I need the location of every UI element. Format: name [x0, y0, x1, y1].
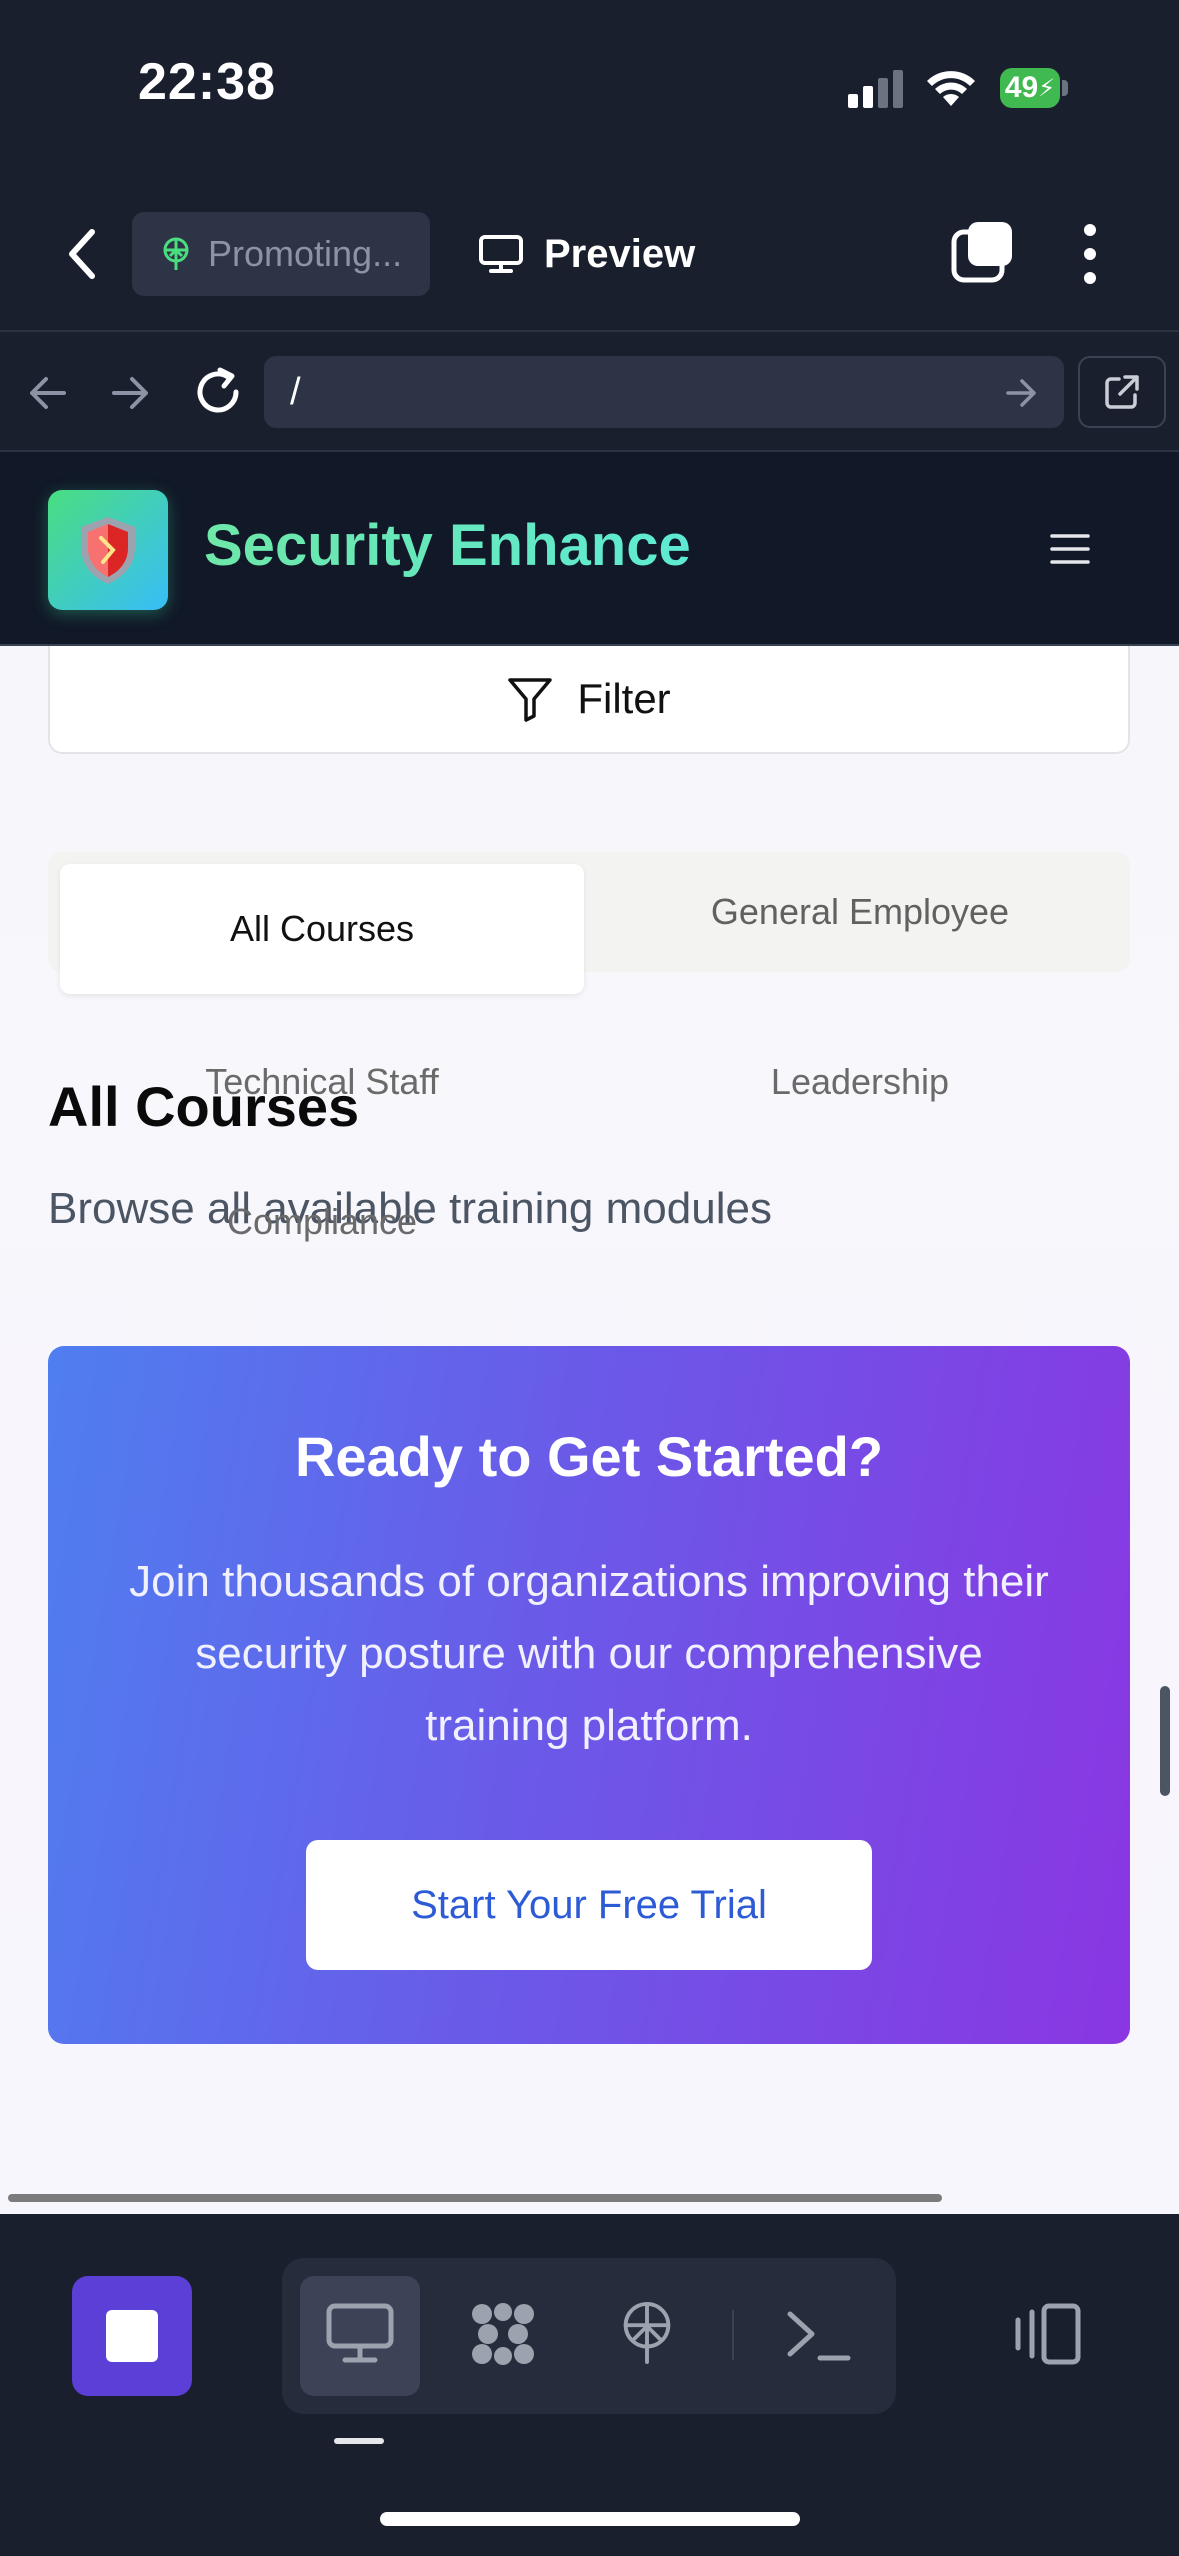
horizontal-scrollbar[interactable]: [8, 2194, 942, 2202]
site-logo[interactable]: [48, 490, 168, 610]
cellular-signal-icon: [848, 70, 903, 108]
nav-forward-icon[interactable]: [108, 370, 154, 416]
external-link-icon: [1105, 375, 1139, 409]
tab-compliance[interactable]: Compliance: [60, 1192, 584, 1252]
more-vertical-icon[interactable]: [1080, 222, 1100, 286]
tab-all-courses[interactable]: All Courses: [60, 864, 584, 994]
url-go-icon[interactable]: [1004, 376, 1040, 410]
url-input[interactable]: /: [264, 356, 1064, 428]
cta-body: Join thousands of organizations improvin…: [129, 1557, 1049, 1750]
nav-back-icon[interactable]: [24, 370, 70, 416]
wifi-icon: [927, 71, 975, 106]
status-time: 22:38: [138, 53, 276, 111]
hamburger-menu-icon[interactable]: [1050, 532, 1090, 566]
stop-icon: [106, 2310, 158, 2362]
terminal-icon[interactable]: [784, 2304, 854, 2368]
filter-button[interactable]: Filter: [48, 646, 1130, 754]
monitor-icon: [326, 2303, 394, 2363]
section-title: All Courses: [48, 1075, 360, 1138]
page-content: Filter All Courses General Employee Tech…: [0, 646, 1179, 2214]
tab-leadership[interactable]: Leadership: [600, 1052, 1120, 1112]
tab-general-employee[interactable]: General Employee: [600, 864, 1120, 960]
reload-icon[interactable]: [192, 366, 244, 418]
preview-button[interactable]: Preview: [478, 222, 695, 286]
cta-title: Ready to Get Started?: [294, 1425, 884, 1488]
monitor-icon: [479, 235, 523, 273]
active-tool-indicator: [334, 2438, 384, 2444]
home-indicator: [380, 2512, 800, 2526]
antenna-icon: [163, 237, 189, 270]
antenna-icon[interactable]: [612, 2300, 682, 2364]
top-divider: [0, 330, 1179, 332]
back-chevron-icon[interactable]: [62, 226, 102, 282]
filter-label: Filter: [577, 675, 671, 722]
battery-tail: [1062, 80, 1068, 96]
start-free-trial-button[interactable]: Start Your Free Trial: [306, 1840, 872, 1970]
preview-label: Preview: [544, 231, 696, 276]
filter-icon: [508, 678, 553, 722]
toolbar-divider: [732, 2310, 734, 2360]
project-chip-label: Promoting...: [208, 233, 403, 274]
site-title[interactable]: Security Enhance: [204, 512, 691, 579]
stop-button[interactable]: [72, 2276, 192, 2396]
battery-indicator: 49 ⚡: [1000, 68, 1060, 108]
project-chip[interactable]: Promoting...: [132, 212, 430, 296]
vertical-scrollbar[interactable]: [1160, 1686, 1170, 1796]
apps-icon[interactable]: [468, 2302, 538, 2366]
open-external-button[interactable]: [1078, 356, 1166, 428]
tabs-icon[interactable]: [950, 220, 1014, 284]
shield-icon: [81, 517, 135, 584]
url-text: /: [290, 370, 301, 413]
device-preview-icon[interactable]: [1012, 2302, 1082, 2366]
